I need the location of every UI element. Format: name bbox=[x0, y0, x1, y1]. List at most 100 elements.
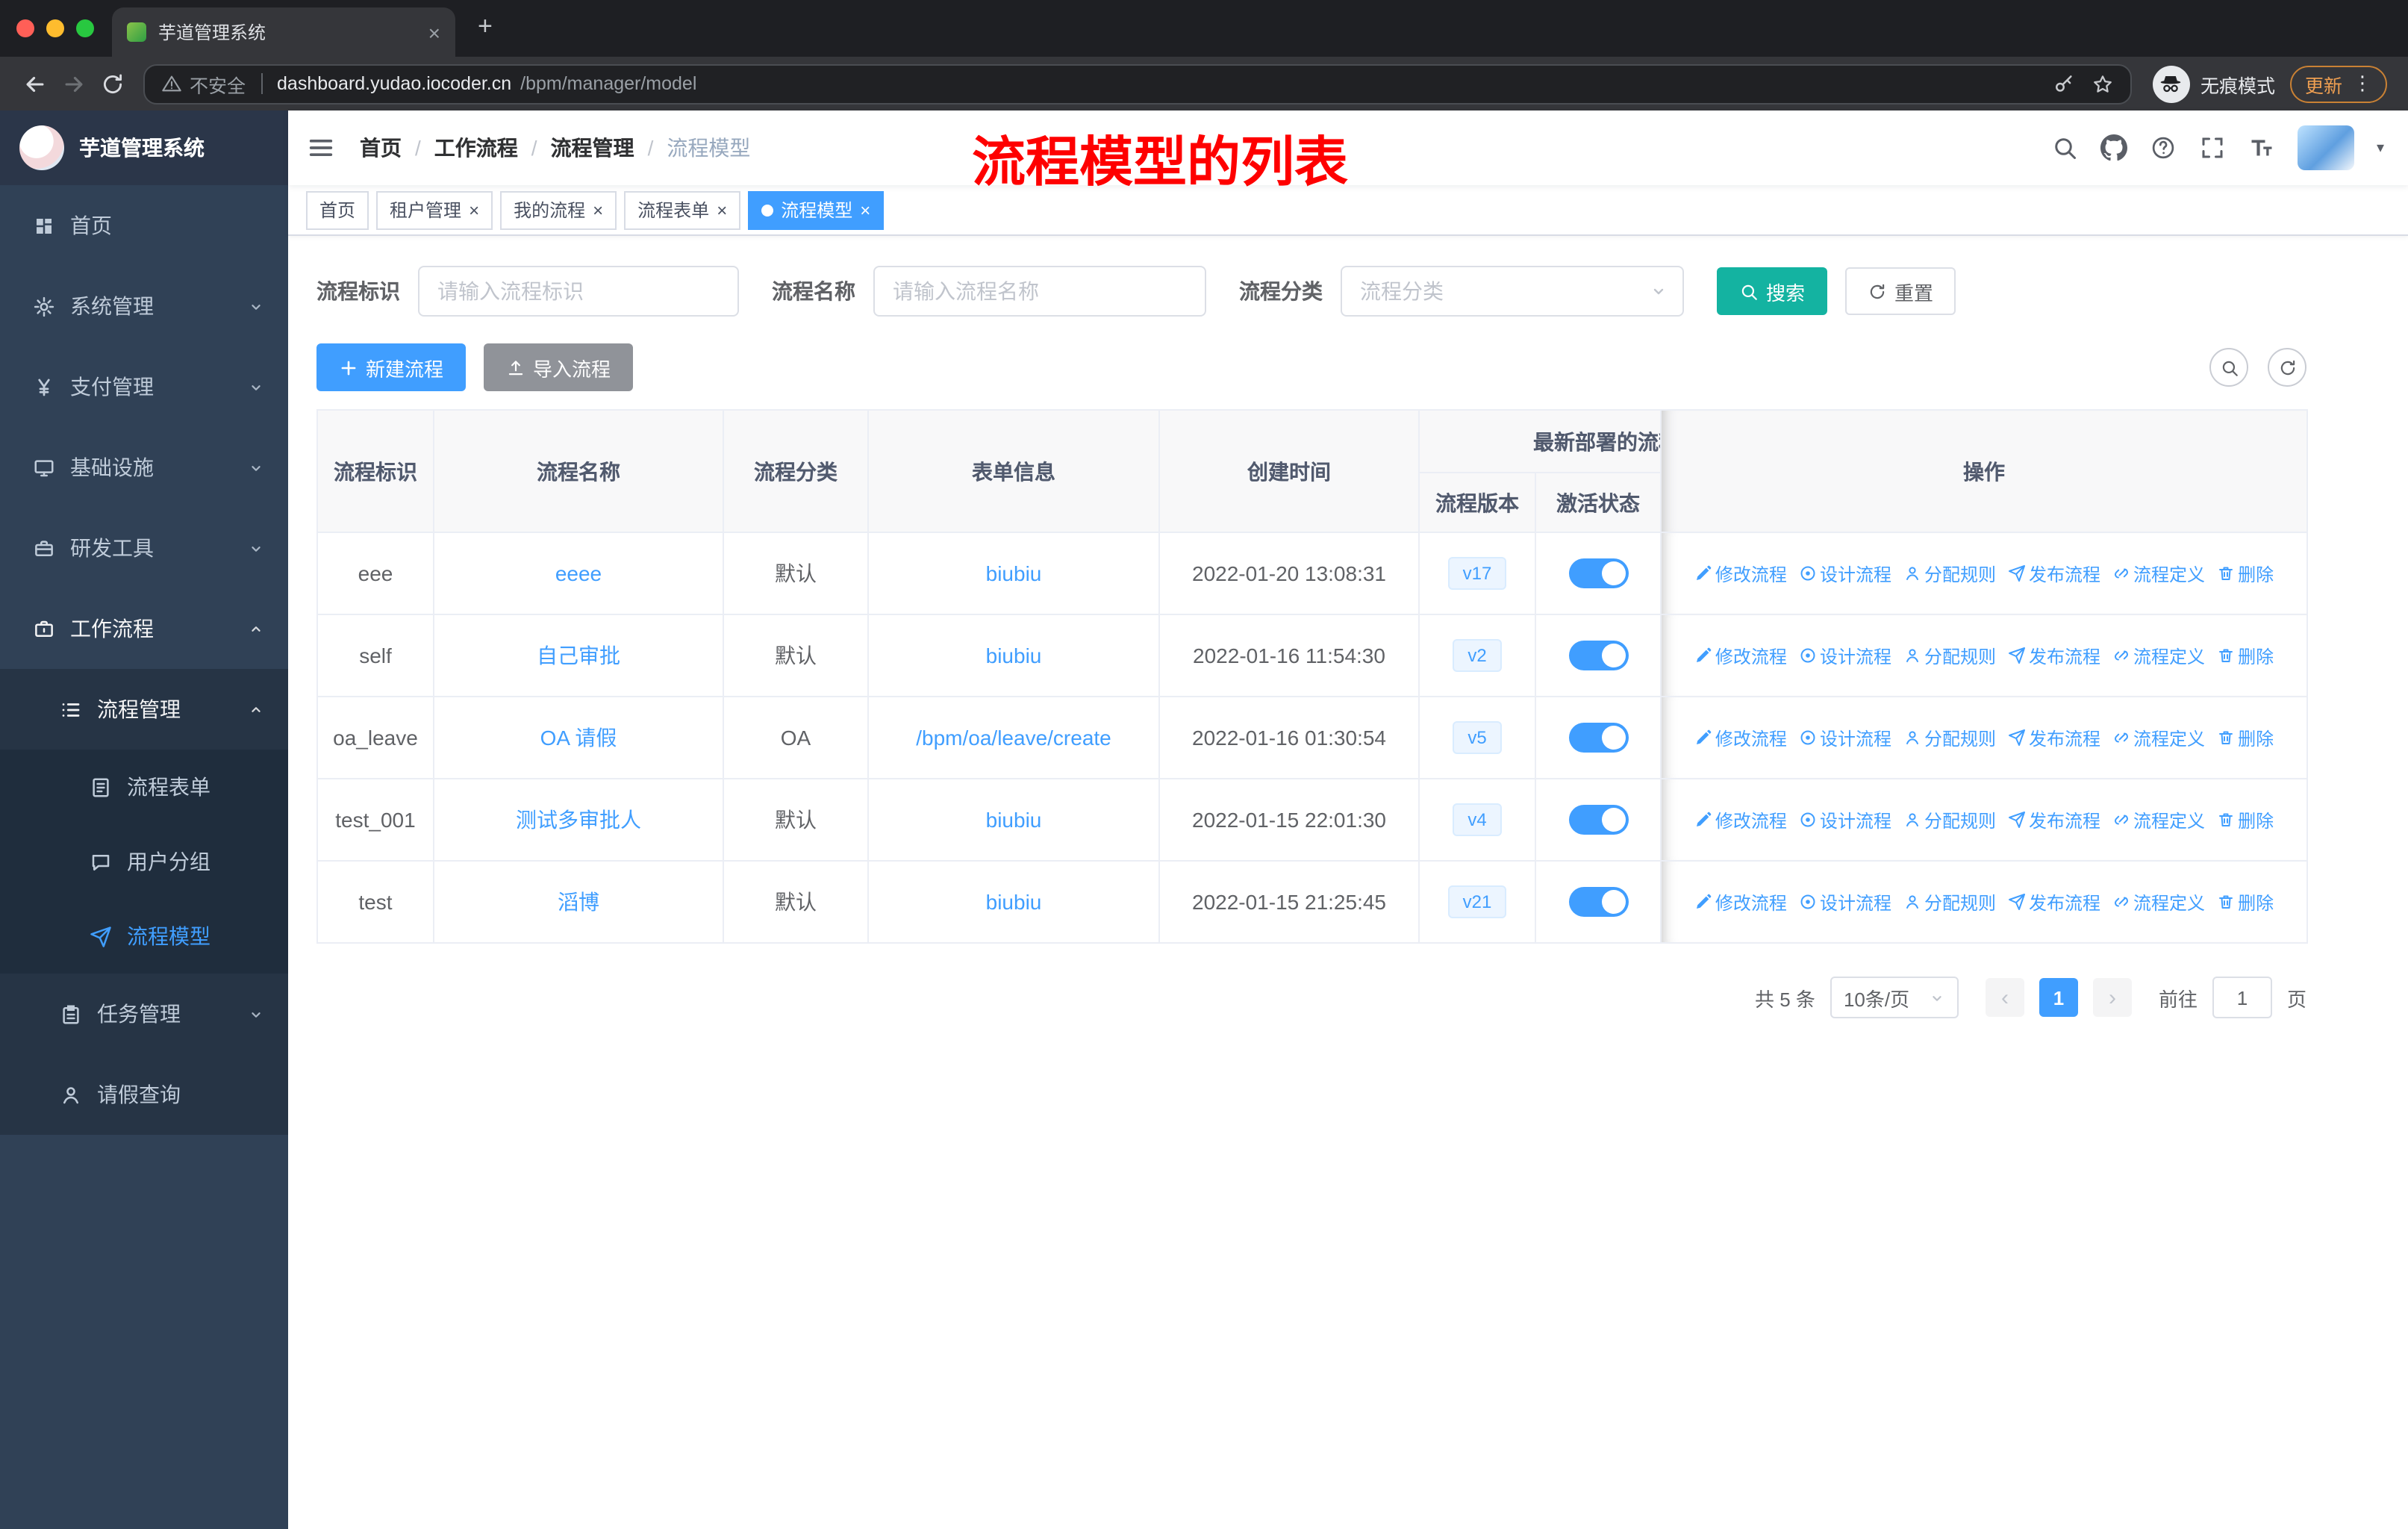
bookmark-star-icon[interactable] bbox=[2092, 72, 2114, 95]
tag-home[interactable]: 首页 bbox=[306, 190, 369, 229]
active-toggle[interactable] bbox=[1568, 887, 1628, 917]
sidebar-item-process-manage[interactable]: 流程管理 bbox=[0, 669, 288, 750]
create-process-button[interactable]: 新建流程 bbox=[316, 343, 467, 391]
window-close-button[interactable] bbox=[16, 19, 34, 37]
action-delete[interactable]: 删除 bbox=[2217, 561, 2274, 586]
avatar[interactable] bbox=[2297, 125, 2354, 170]
process-key-input[interactable] bbox=[418, 266, 739, 317]
form-link[interactable]: biubiu bbox=[986, 644, 1042, 667]
form-link[interactable]: biubiu bbox=[986, 890, 1042, 914]
close-icon[interactable]: × bbox=[469, 201, 479, 219]
sidebar-item-payment[interactable]: 支付管理 bbox=[0, 346, 288, 427]
process-name-link[interactable]: OA 请假 bbox=[540, 726, 617, 750]
window-zoom-button[interactable] bbox=[76, 19, 94, 37]
sidebar-item-user-group[interactable]: 用户分组 bbox=[0, 824, 288, 899]
question-icon[interactable] bbox=[2150, 134, 2177, 161]
sidebar-item-process-model[interactable]: 流程模型 bbox=[0, 899, 288, 974]
page-1-button[interactable]: 1 bbox=[2039, 978, 2078, 1017]
import-process-button[interactable]: 导入流程 bbox=[484, 343, 634, 391]
action-design[interactable]: 设计流程 bbox=[1799, 725, 1891, 750]
close-icon[interactable]: × bbox=[717, 201, 727, 219]
sidebar-item-leave-query[interactable]: 请假查询 bbox=[0, 1054, 288, 1135]
sidebar-item-task-manage[interactable]: 任务管理 bbox=[0, 974, 288, 1054]
action-design[interactable]: 设计流程 bbox=[1799, 807, 1891, 832]
action-design[interactable]: 设计流程 bbox=[1799, 561, 1891, 586]
active-toggle[interactable] bbox=[1568, 558, 1628, 588]
new-tab-button[interactable]: + bbox=[478, 12, 493, 42]
action-edit[interactable]: 修改流程 bbox=[1694, 561, 1787, 586]
tag-process-model[interactable]: 流程模型 × bbox=[748, 190, 885, 229]
sidebar-item-devtools[interactable]: 研发工具 bbox=[0, 508, 288, 588]
security-chip[interactable]: 不安全 bbox=[161, 69, 246, 98]
toggle-search-button[interactable] bbox=[2209, 348, 2248, 387]
form-link[interactable]: biubiu bbox=[986, 561, 1042, 585]
action-assign-rule[interactable]: 分配规则 bbox=[1903, 643, 1996, 668]
process-name-link[interactable]: 滔博 bbox=[558, 890, 599, 914]
action-design[interactable]: 设计流程 bbox=[1799, 889, 1891, 915]
hamburger-icon[interactable] bbox=[306, 133, 351, 163]
action-edit[interactable]: 修改流程 bbox=[1694, 643, 1787, 668]
action-definition[interactable]: 流程定义 bbox=[2112, 807, 2205, 832]
address-bar[interactable]: 不安全 dashboard.yudao.iocoder.cn/bpm/manag… bbox=[143, 63, 2132, 104]
fullscreen-icon[interactable] bbox=[2199, 134, 2226, 161]
action-delete[interactable]: 删除 bbox=[2217, 889, 2274, 915]
action-definition[interactable]: 流程定义 bbox=[2112, 561, 2205, 586]
refresh-table-button[interactable] bbox=[2268, 348, 2306, 387]
more-vertical-icon[interactable]: ⋮ bbox=[2353, 72, 2372, 96]
close-icon[interactable]: × bbox=[860, 201, 870, 219]
action-delete[interactable]: 删除 bbox=[2217, 807, 2274, 832]
active-toggle[interactable] bbox=[1568, 805, 1628, 835]
window-minimize-button[interactable] bbox=[46, 19, 64, 37]
key-icon[interactable] bbox=[2053, 72, 2075, 95]
process-name-link[interactable]: eeee bbox=[555, 561, 602, 585]
tab-close-icon[interactable]: × bbox=[428, 20, 440, 44]
action-edit[interactable]: 修改流程 bbox=[1694, 807, 1787, 832]
action-publish[interactable]: 发布流程 bbox=[2008, 889, 2100, 915]
process-name-input[interactable] bbox=[873, 266, 1206, 317]
breadcrumb-process-manage[interactable]: 流程管理 bbox=[551, 133, 634, 163]
action-definition[interactable]: 流程定义 bbox=[2112, 643, 2205, 668]
action-publish[interactable]: 发布流程 bbox=[2008, 643, 2100, 668]
action-publish[interactable]: 发布流程 bbox=[2008, 807, 2100, 832]
action-publish[interactable]: 发布流程 bbox=[2008, 561, 2100, 586]
sidebar-item-home[interactable]: 首页 bbox=[0, 185, 288, 266]
sidebar-item-infra[interactable]: 基础设施 bbox=[0, 427, 288, 508]
sidebar-item-process-form[interactable]: 流程表单 bbox=[0, 750, 288, 824]
action-publish[interactable]: 发布流程 bbox=[2008, 725, 2100, 750]
github-icon[interactable] bbox=[2100, 134, 2127, 161]
browser-tab[interactable]: 芋道管理系统 × bbox=[112, 7, 455, 57]
page-size-select[interactable]: 10条/页 bbox=[1830, 977, 1959, 1018]
process-name-link[interactable]: 自己审批 bbox=[537, 644, 620, 667]
action-definition[interactable]: 流程定义 bbox=[2112, 889, 2205, 915]
action-assign-rule[interactable]: 分配规则 bbox=[1903, 725, 1996, 750]
sidebar-item-workflow[interactable]: 工作流程 bbox=[0, 588, 288, 669]
process-name-link[interactable]: 测试多审批人 bbox=[516, 808, 641, 832]
active-toggle[interactable] bbox=[1568, 641, 1628, 670]
tag-my-process[interactable]: 我的流程 × bbox=[500, 190, 617, 229]
sidebar-item-system[interactable]: 系统管理 bbox=[0, 266, 288, 346]
form-link[interactable]: biubiu bbox=[986, 808, 1042, 832]
tag-tenant-manage[interactable]: 租户管理 × bbox=[376, 190, 493, 229]
tag-process-form[interactable]: 流程表单 × bbox=[624, 190, 741, 229]
active-toggle[interactable] bbox=[1568, 723, 1628, 753]
category-select[interactable]: 流程分类 bbox=[1341, 266, 1684, 317]
action-assign-rule[interactable]: 分配规则 bbox=[1903, 889, 1996, 915]
action-definition[interactable]: 流程定义 bbox=[2112, 725, 2205, 750]
form-link[interactable]: /bpm/oa/leave/create bbox=[916, 726, 1111, 750]
prev-page-button[interactable]: ‹ bbox=[1985, 978, 2024, 1017]
action-assign-rule[interactable]: 分配规则 bbox=[1903, 561, 1996, 586]
reload-button[interactable] bbox=[93, 71, 131, 96]
breadcrumb-workflow[interactable]: 工作流程 bbox=[434, 133, 518, 163]
back-button[interactable] bbox=[15, 71, 54, 96]
next-page-button[interactable]: › bbox=[2092, 978, 2132, 1017]
font-size-icon[interactable] bbox=[2248, 134, 2275, 161]
search-icon[interactable] bbox=[2051, 134, 2078, 161]
action-design[interactable]: 设计流程 bbox=[1799, 643, 1891, 668]
goto-page-input[interactable] bbox=[2212, 977, 2272, 1018]
action-delete[interactable]: 删除 bbox=[2217, 725, 2274, 750]
search-button[interactable]: 搜索 bbox=[1717, 267, 1828, 315]
action-assign-rule[interactable]: 分配规则 bbox=[1903, 807, 1996, 832]
action-delete[interactable]: 删除 bbox=[2217, 643, 2274, 668]
browser-update-button[interactable]: 更新 ⋮ bbox=[2289, 65, 2387, 102]
reset-button[interactable]: 重置 bbox=[1845, 267, 1956, 315]
